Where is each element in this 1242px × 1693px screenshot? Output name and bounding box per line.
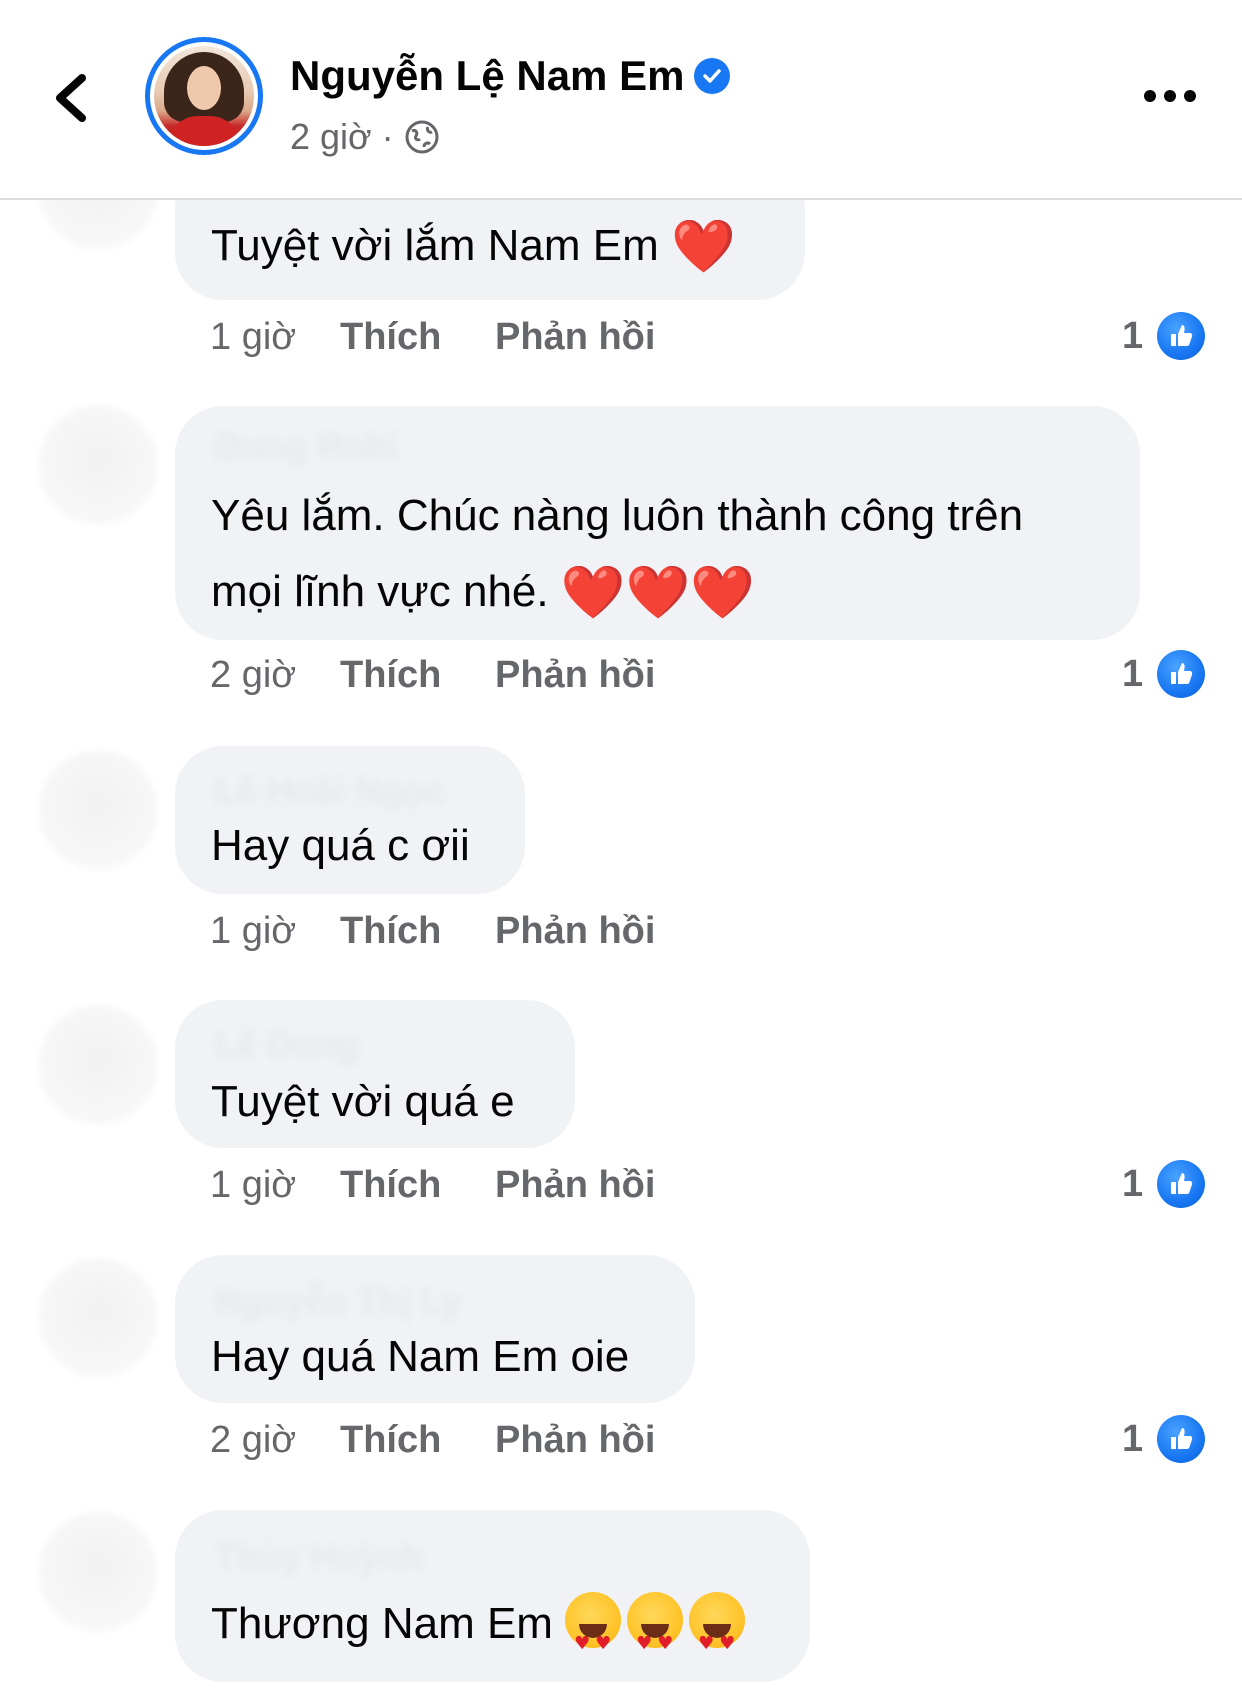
comment-time[interactable]: 1 giờ xyxy=(210,910,340,953)
page-avatar[interactable] xyxy=(145,37,263,155)
reaction-count[interactable]: 1 xyxy=(1122,312,1206,360)
comment-bubble[interactable]: Dung Rubi Yêu lắm. Chúc nàng luôn thành … xyxy=(175,406,1140,640)
post-header: Nguyễn Lệ Nam Em 2 giờ · xyxy=(0,0,1242,200)
comment-author[interactable]: Lê Dung xyxy=(215,1024,359,1066)
comment-text-line-1: Yêu lắm. Chúc nàng luôn thành công trên xyxy=(211,491,1024,540)
comment-text: Thương Nam Em ♥ ♥ ♥ ♥ ♥ ♥ xyxy=(211,1586,751,1662)
comment-time[interactable]: 1 giờ xyxy=(210,1164,340,1207)
commenter-avatar[interactable] xyxy=(38,750,158,870)
comment-actions: 1 giờ Thích Phản hồi xyxy=(210,316,655,359)
comment-text: Tuyệt vời quá e xyxy=(211,1077,515,1126)
thumbs-up-icon xyxy=(1157,1160,1206,1208)
reply-button[interactable]: Phản hồi xyxy=(495,1164,655,1207)
chevron-left-icon xyxy=(56,74,86,122)
reaction-count[interactable]: 1 xyxy=(1122,1160,1206,1208)
page-name[interactable]: Nguyễn Lệ Nam Em xyxy=(290,52,684,100)
reply-button[interactable]: Phản hồi xyxy=(495,316,655,359)
like-button[interactable]: Thích xyxy=(340,654,495,697)
comment-text: Tuyệt vời lắm Nam Em ❤️ xyxy=(211,217,736,277)
comment-time[interactable]: 1 giờ xyxy=(210,316,340,359)
comment-text: Hay quá Nam Em oie xyxy=(211,1332,630,1381)
globe-icon xyxy=(405,120,439,154)
heart-emoji: ❤️ xyxy=(670,217,736,277)
comment-bubble[interactable]: Lê Hoài Ngọc Hay quá c ơii xyxy=(175,746,525,894)
comment-time[interactable]: 2 giờ xyxy=(210,1419,340,1462)
reply-button[interactable]: Phản hồi xyxy=(495,910,655,953)
like-button[interactable]: Thích xyxy=(340,1419,495,1462)
comment-bubble[interactable]: Nguyễn Thị Ly Hay quá Nam Em oie xyxy=(175,1255,695,1403)
reaction-count[interactable]: 1 xyxy=(1122,1415,1206,1463)
comment-text: Hay quá c ơii xyxy=(211,821,470,870)
page-name-row[interactable]: Nguyễn Lệ Nam Em xyxy=(290,52,731,100)
like-count: 1 xyxy=(1122,1162,1144,1205)
reply-button[interactable]: Phản hồi xyxy=(495,654,655,697)
like-count: 1 xyxy=(1122,314,1144,357)
comment-actions: 2 giờ Thích Phản hồi xyxy=(210,1419,655,1462)
comment-bubble[interactable]: Lê Dung Tuyệt vời quá e xyxy=(175,1000,575,1148)
commenter-avatar[interactable] xyxy=(38,1258,158,1378)
like-count: 1 xyxy=(1122,1417,1144,1460)
meta-separator: · xyxy=(381,116,394,157)
like-button[interactable]: Thích xyxy=(340,316,495,359)
comment-author[interactable]: Lê Hoài Ngọc xyxy=(215,770,445,812)
post-meta: 2 giờ · xyxy=(290,116,440,158)
comment-author[interactable]: Nguyễn Thị Ly xyxy=(215,1281,462,1323)
commenter-avatar[interactable] xyxy=(38,1512,158,1632)
commenter-avatar[interactable] xyxy=(38,1005,158,1125)
comment-actions: 1 giờ Thích Phản hồi xyxy=(210,1164,655,1207)
avatar-photo xyxy=(154,46,254,146)
comment-bubble[interactable]: Thủy Huỳnh Thương Nam Em ♥ ♥ ♥ ♥ ♥ ♥ xyxy=(175,1510,810,1682)
comment-text-line-2: mọi lĩnh vực nhé. ❤️❤️❤️ xyxy=(211,563,756,623)
comment-time[interactable]: 2 giờ xyxy=(210,654,340,697)
like-count: 1 xyxy=(1122,652,1144,695)
more-options-button[interactable] xyxy=(1140,84,1200,108)
thumbs-up-icon xyxy=(1157,1415,1206,1463)
comment-actions: 2 giờ Thích Phản hồi xyxy=(210,654,655,697)
comment-author[interactable]: Dung Rubi xyxy=(215,426,397,468)
comment-author[interactable]: Thủy Huỳnh xyxy=(215,1536,423,1578)
like-button[interactable]: Thích xyxy=(340,1164,495,1207)
comment-actions: 1 giờ Thích Phản hồi xyxy=(210,910,655,953)
heart-eyes-emoji: ♥ ♥ xyxy=(627,1592,684,1654)
heart-eyes-emoji: ♥ ♥ xyxy=(689,1592,746,1654)
reply-button[interactable]: Phản hồi xyxy=(495,1419,655,1462)
post-time[interactable]: 2 giờ xyxy=(290,116,372,158)
heart-eyes-emoji: ♥ ♥ xyxy=(565,1592,622,1654)
like-button[interactable]: Thích xyxy=(340,910,495,953)
heart-emoji: ❤️❤️❤️ xyxy=(560,563,756,623)
more-icon xyxy=(1144,90,1196,102)
verified-badge-icon xyxy=(694,58,731,94)
thumbs-up-icon xyxy=(1157,312,1206,360)
thumbs-up-icon xyxy=(1157,650,1206,698)
commenter-avatar[interactable] xyxy=(38,405,158,525)
reaction-count[interactable]: 1 xyxy=(1122,650,1206,698)
back-button[interactable] xyxy=(48,68,98,128)
